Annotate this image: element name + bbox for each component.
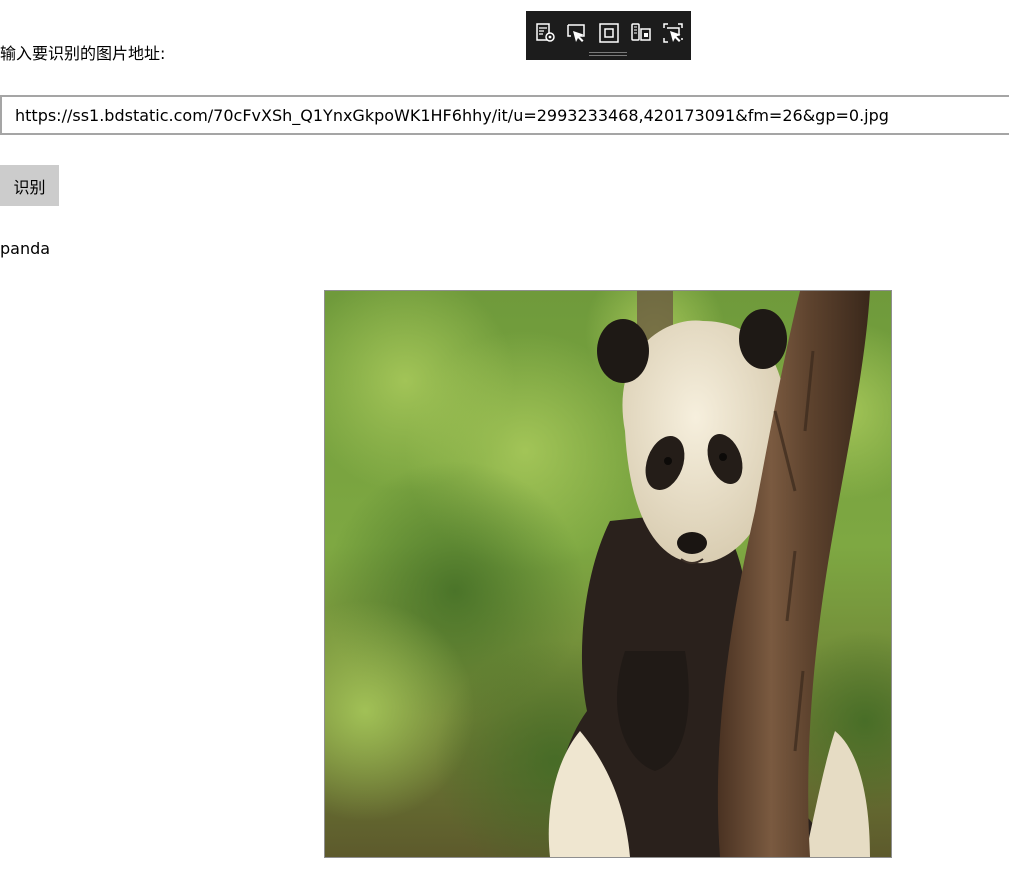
image-url-input[interactable]: [0, 95, 1009, 135]
binding-failures-icon[interactable]: [661, 21, 685, 45]
recognize-button[interactable]: 识别: [0, 165, 59, 206]
display-layout-adorners-icon[interactable]: [597, 21, 621, 45]
select-element-icon[interactable]: [565, 21, 589, 45]
toolbar-drag-handle[interactable]: [589, 52, 627, 56]
panda-image: [325, 291, 891, 857]
url-prompt-label: 输入要识别的图片地址:: [0, 44, 166, 63]
xaml-debug-toolbar: [526, 11, 691, 60]
recognized-image: [324, 290, 892, 858]
recognition-result: panda: [0, 239, 51, 258]
track-focused-element-icon[interactable]: [629, 21, 653, 45]
live-visual-tree-icon[interactable]: [534, 21, 558, 45]
